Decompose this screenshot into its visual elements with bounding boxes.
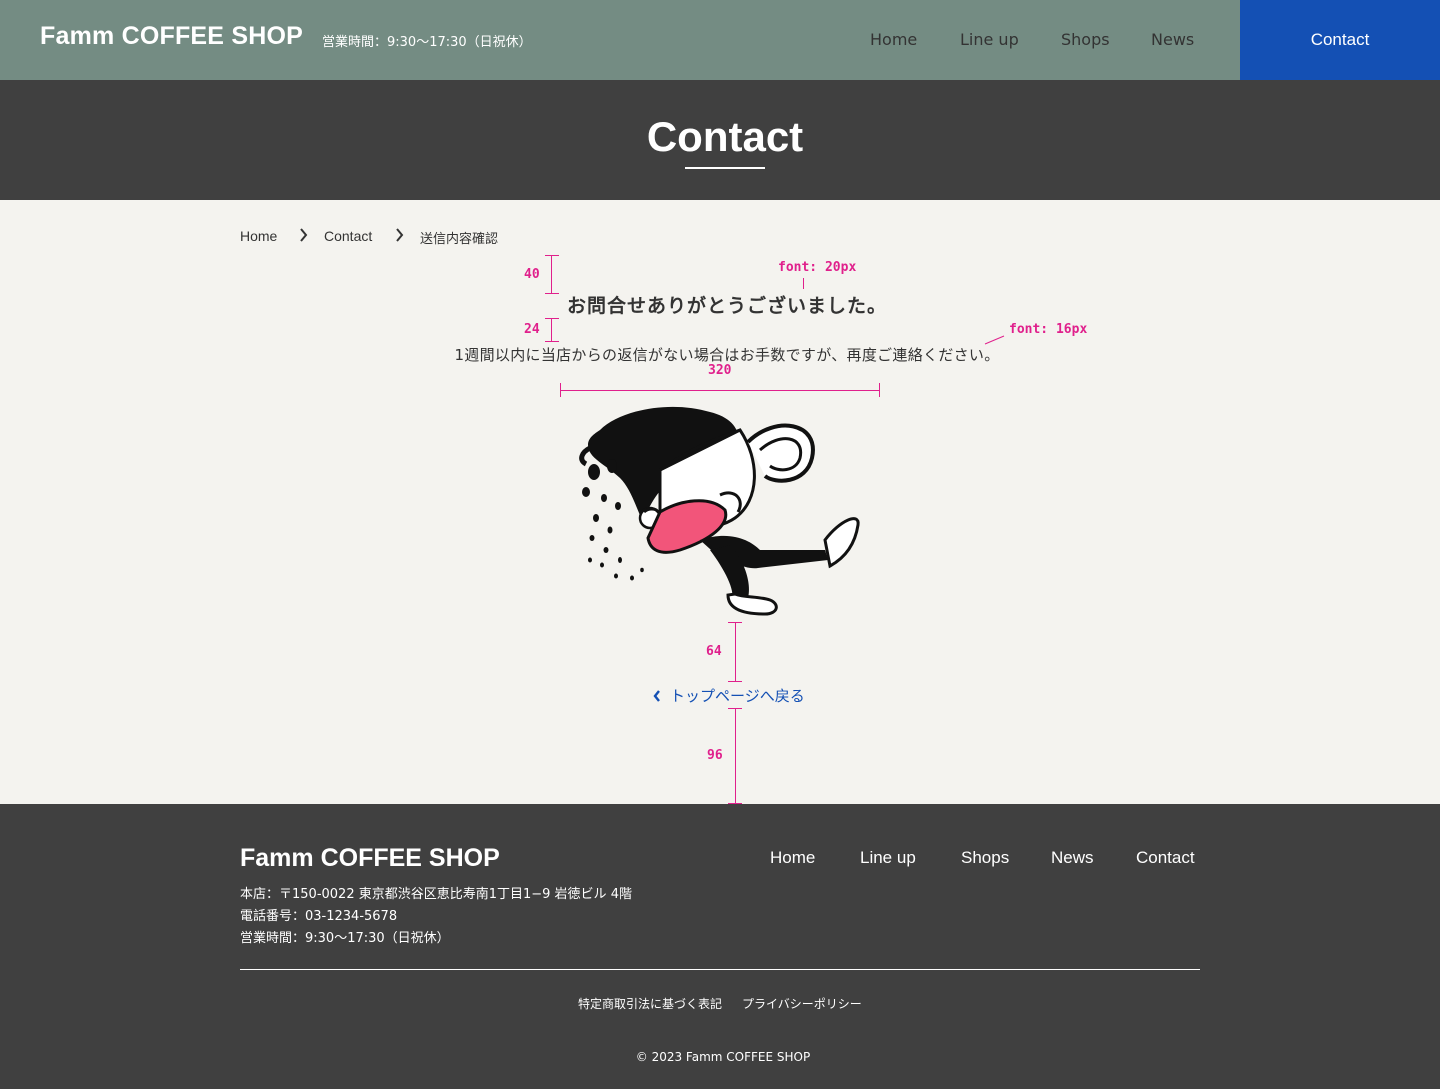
- spacing-label-64: 64: [706, 644, 722, 659]
- spacing-label-24: 24: [524, 322, 540, 337]
- reply-notice: 1週間以内に当店からの返信がない場合はお手数ですが、再度ご連絡ください。: [454, 346, 1000, 364]
- spacing-marker: [545, 255, 559, 256]
- footer-nav-shops[interactable]: Shops: [961, 848, 1009, 868]
- privacy-policy-link[interactable]: プライバシーポリシー: [742, 995, 862, 1012]
- site-header: Famm COFFEE SHOP 営業時間：9:30〜17:30（日祝休） Ho…: [0, 0, 1440, 80]
- spacing-marker: [551, 318, 552, 341]
- nav-news[interactable]: News: [1151, 30, 1194, 49]
- spacing-marker: [728, 681, 742, 682]
- spacing-marker: [735, 622, 736, 681]
- contact-button[interactable]: Contact: [1240, 0, 1440, 80]
- footer-address: 本店：〒150-0022 東京都渋谷区恵比寿南1丁目1−9 岩徳ビル 4階: [240, 887, 632, 902]
- width-marker: [560, 383, 561, 397]
- width-marker: [879, 383, 880, 397]
- nav-shops[interactable]: Shops: [1061, 30, 1110, 49]
- font-size-label-title: font: 20px: [778, 260, 857, 275]
- back-to-top-link[interactable]: トップページへ戻る: [652, 685, 805, 706]
- font-size-label-body: font: 16px: [1009, 322, 1088, 337]
- width-label-320: 320: [708, 363, 732, 378]
- business-hours: 営業時間：9:30〜17:30（日祝休）: [322, 35, 532, 50]
- footer-nav-lineup[interactable]: Line up: [860, 848, 916, 868]
- title-underline: [685, 167, 765, 169]
- footer-nav-contact[interactable]: Contact: [1136, 848, 1195, 868]
- breadcrumb-contact[interactable]: Contact: [324, 228, 372, 244]
- width-marker: [560, 390, 880, 391]
- commerce-law-link[interactable]: 特定商取引法に基づく表記: [578, 995, 722, 1012]
- footer-logo[interactable]: Famm COFFEE SHOP: [240, 844, 500, 873]
- footer-phone: 電話番号：03-1234-5678: [240, 909, 398, 924]
- spacing-marker: [551, 255, 552, 293]
- spacing-label-96: 96: [707, 748, 723, 763]
- chevron-right-icon: [396, 228, 404, 242]
- spacing-marker: [735, 708, 736, 804]
- copyright: © 2023 Famm COFFEE SHOP: [635, 1050, 811, 1064]
- breadcrumb-current: 送信内容確認: [420, 232, 499, 247]
- site-footer: Famm COFFEE SHOP 本店：〒150-0022 東京都渋谷区恵比寿南…: [0, 804, 1440, 1089]
- chevron-left-icon: [653, 689, 660, 702]
- breadcrumb-home[interactable]: Home: [240, 228, 277, 244]
- nav-home[interactable]: Home: [870, 30, 917, 49]
- site-logo[interactable]: Famm COFFEE SHOP: [40, 22, 303, 51]
- coffee-splash-illustration: [579, 406, 860, 616]
- footer-nav-news[interactable]: News: [1051, 848, 1094, 868]
- chevron-right-icon: [300, 228, 308, 242]
- footer-hours: 営業時間：9:30〜17:30（日祝休）: [240, 931, 450, 946]
- footer-nav-home[interactable]: Home: [770, 848, 815, 868]
- annotation-pointer: [803, 278, 804, 289]
- footer-divider: [240, 969, 1200, 970]
- nav-lineup[interactable]: Line up: [960, 30, 1019, 49]
- spacing-marker: [545, 318, 559, 319]
- back-link-label: トップページへ戻る: [670, 687, 805, 705]
- page-title: Contact: [646, 113, 804, 160]
- thank-you-heading: お問合せありがとうございました。: [566, 295, 887, 317]
- spacing-marker: [545, 341, 559, 342]
- spacing-label-40: 40: [524, 267, 540, 282]
- page-hero: Contact: [0, 80, 1440, 200]
